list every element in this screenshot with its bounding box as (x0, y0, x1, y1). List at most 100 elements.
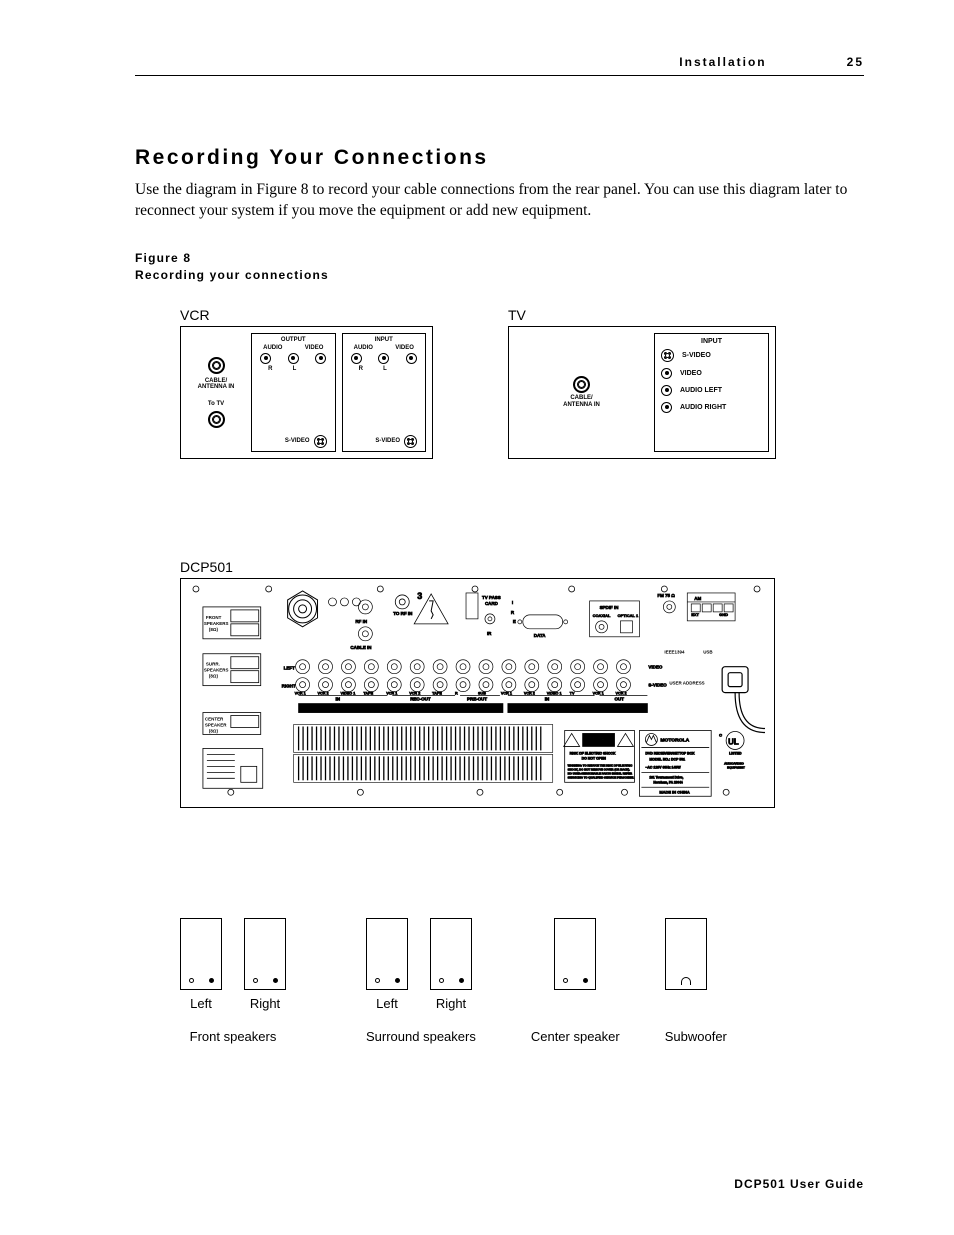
tv-cable-label: CABLE/ ANTENNA IN (563, 395, 600, 408)
svg-text:Horsham, PA 19044: Horsham, PA 19044 (653, 780, 683, 784)
svg-text:VIDEO: VIDEO (565, 706, 581, 712)
svg-text:OPTICAL 1: OPTICAL 1 (618, 612, 639, 617)
svg-text:FM 75 Ω: FM 75 Ω (657, 593, 675, 598)
svg-text:TV PASS: TV PASS (482, 595, 501, 600)
svg-text:VIDEO 1: VIDEO 1 (340, 691, 355, 695)
output-video-label: VIDEO (305, 345, 324, 351)
svg-text:(8Ω): (8Ω) (209, 673, 219, 678)
input-audio-label: AUDIO (354, 345, 373, 351)
center-speaker-group: Center speaker (531, 918, 620, 1044)
svg-text:DVD RECEIVER/SETTOP BOX: DVD RECEIVER/SETTOP BOX (645, 751, 695, 755)
subwoofer-jack-icon (681, 977, 691, 985)
surround-left-label: Left (366, 996, 408, 1011)
svg-text:USER ADDRESS: USER ADDRESS (669, 680, 704, 685)
svg-text:GND: GND (719, 612, 728, 617)
svg-text:LISTED: LISTED (729, 751, 742, 755)
svg-text:~AC 120V 60Hz 140W: ~AC 120V 60Hz 140W (645, 765, 681, 769)
svg-text:SPEAKERS: SPEAKERS (204, 620, 229, 625)
page-footer: DCP501 User Guide (734, 1177, 864, 1191)
svg-text:VCR 2: VCR 2 (318, 691, 329, 695)
tv-svideo-label: S-VIDEO (682, 352, 711, 359)
svg-text:VCR 1: VCR 1 (386, 691, 397, 695)
svg-text:R: R (455, 691, 458, 695)
tv-device: TV CABLE/ ANTENNA IN INPUT S-VIDEO VIDEO… (508, 307, 776, 459)
svg-text:DATA: DATA (534, 632, 547, 637)
figure-caption: Figure 8 Recording your connections (135, 250, 864, 285)
svg-text:R: R (511, 610, 515, 615)
svg-text:3: 3 (417, 591, 422, 601)
front-right-label: Right (244, 996, 286, 1011)
dcp501-rear-panel: FRONT SPEAKERS (8Ω) SURR. SPEAKERS (8Ω) … (180, 578, 775, 808)
svg-text:SUB: SUB (478, 691, 486, 695)
svg-text:IEEE1394: IEEE1394 (664, 649, 685, 654)
svg-text:C: C (719, 732, 722, 737)
tv-video-label: VIDEO (680, 370, 702, 377)
svg-text:LEFT: LEFT (284, 665, 295, 670)
speaker-box (366, 918, 408, 990)
svg-text:EXT: EXT (691, 612, 699, 617)
rca-jack (315, 353, 326, 364)
svg-text:E: E (513, 618, 516, 623)
svg-text:EQUIPMENT: EQUIPMENT (727, 765, 745, 769)
surround-group-label: Surround speakers (366, 1029, 476, 1044)
body-paragraph: Use the diagram in Figure 8 to record yo… (135, 180, 864, 222)
svideo-label: S-VIDEO (285, 438, 310, 444)
svg-text:OUT: OUT (615, 696, 625, 701)
vcr-panel: CABLE/ ANTENNA IN To TV OUTPUT AUDIO VID… (180, 326, 433, 459)
svideo-jack (404, 435, 417, 448)
dcp501-label: DCP501 (180, 559, 864, 575)
svg-text:IN: IN (545, 696, 549, 701)
svg-text:TAPE: TAPE (363, 691, 373, 695)
svg-text:SPEAKER: SPEAKER (205, 722, 227, 727)
subwoofer-group-label: Subwoofer (665, 1029, 727, 1044)
rca-jack (378, 353, 389, 364)
section-title: Recording Your Connections (135, 146, 864, 170)
svg-text:I: I (512, 600, 513, 605)
svg-text:VCR 1: VCR 1 (501, 691, 512, 695)
svg-text:TO RF IN: TO RF IN (393, 611, 412, 616)
rca-jack (661, 402, 672, 413)
svg-text:SURR.: SURR. (206, 661, 220, 666)
rca-jack (351, 353, 362, 364)
center-group-label: Center speaker (531, 1029, 620, 1044)
svg-text:TAPE: TAPE (432, 691, 442, 695)
vcr-label: VCR (180, 307, 433, 323)
rca-jack (288, 353, 299, 364)
rca-jack (661, 368, 672, 379)
center-spacer (531, 996, 620, 1011)
svg-text:CENTER: CENTER (205, 716, 224, 721)
svideo-label: S-VIDEO (375, 438, 400, 444)
vcr-output-panel: OUTPUT AUDIO VIDEO R L (251, 333, 336, 452)
rca-jack (406, 353, 417, 364)
surround-right-label: Right (430, 996, 472, 1011)
svg-text:RIGHT: RIGHT (282, 683, 296, 688)
svg-text:TV: TV (570, 691, 575, 695)
svg-text:CARD: CARD (485, 601, 499, 606)
svg-text:SERVICING TO QUALIFIED SERVICE: SERVICING TO QUALIFIED SERVICE PERSONNEL (568, 775, 635, 779)
tv-input-title: INPUT (661, 338, 762, 345)
svg-text:VCR 2: VCR 2 (409, 691, 420, 695)
svg-text:VIDEO 1: VIDEO 1 (547, 691, 562, 695)
svg-text:MADE IN CHINA: MADE IN CHINA (659, 789, 690, 794)
tv-audio-right-label: AUDIO RIGHT (680, 404, 726, 411)
speaker-box (554, 918, 596, 990)
svg-text:S-VIDEO: S-VIDEO (648, 682, 667, 687)
surround-speakers-group: Left Right Surround speakers (366, 918, 476, 1044)
svg-text:VCR 2: VCR 2 (524, 691, 535, 695)
tv-audio-left-label: AUDIO LEFT (680, 387, 722, 394)
svg-text:101 Tournament Drive,: 101 Tournament Drive, (649, 775, 683, 779)
front-left-label: Left (180, 996, 222, 1011)
svg-text:PRE-OUT: PRE-OUT (467, 696, 487, 701)
svg-text:AUDIO: AUDIO (390, 706, 406, 712)
tv-cable-jack (573, 376, 590, 393)
header-page: 25 (847, 55, 864, 69)
dcp501-rear-svg: FRONT SPEAKERS (8Ω) SURR. SPEAKERS (8Ω) … (181, 579, 774, 808)
svg-text:(8Ω): (8Ω) (209, 728, 219, 733)
front-group-label: Front speakers (180, 1029, 286, 1044)
svg-text:MOTOROLA: MOTOROLA (660, 737, 689, 743)
svideo-jack (314, 435, 327, 448)
header-section: Installation (679, 55, 766, 69)
svg-text:VCR 2: VCR 2 (616, 691, 627, 695)
figure-title: Recording your connections (135, 267, 864, 284)
page-header: Installation 25 (135, 55, 864, 76)
